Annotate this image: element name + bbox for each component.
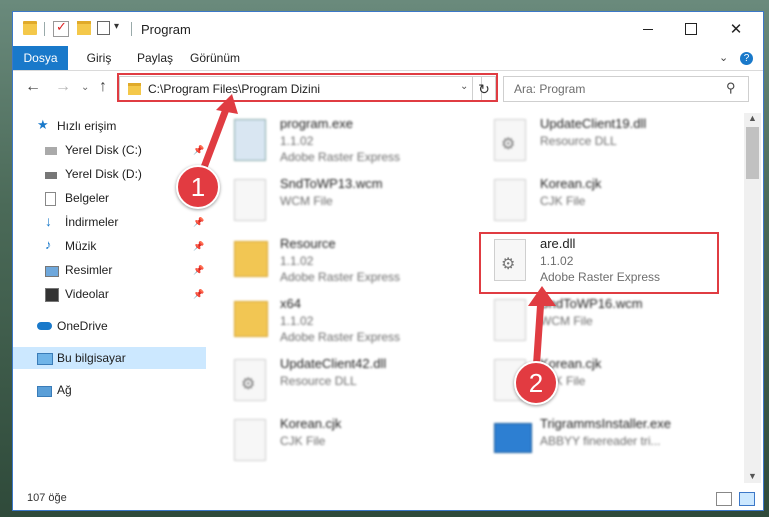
step-1-badge: 1 (176, 165, 220, 209)
step-2-badge: 2 (514, 361, 558, 405)
annotation-arrows (196, 94, 556, 376)
